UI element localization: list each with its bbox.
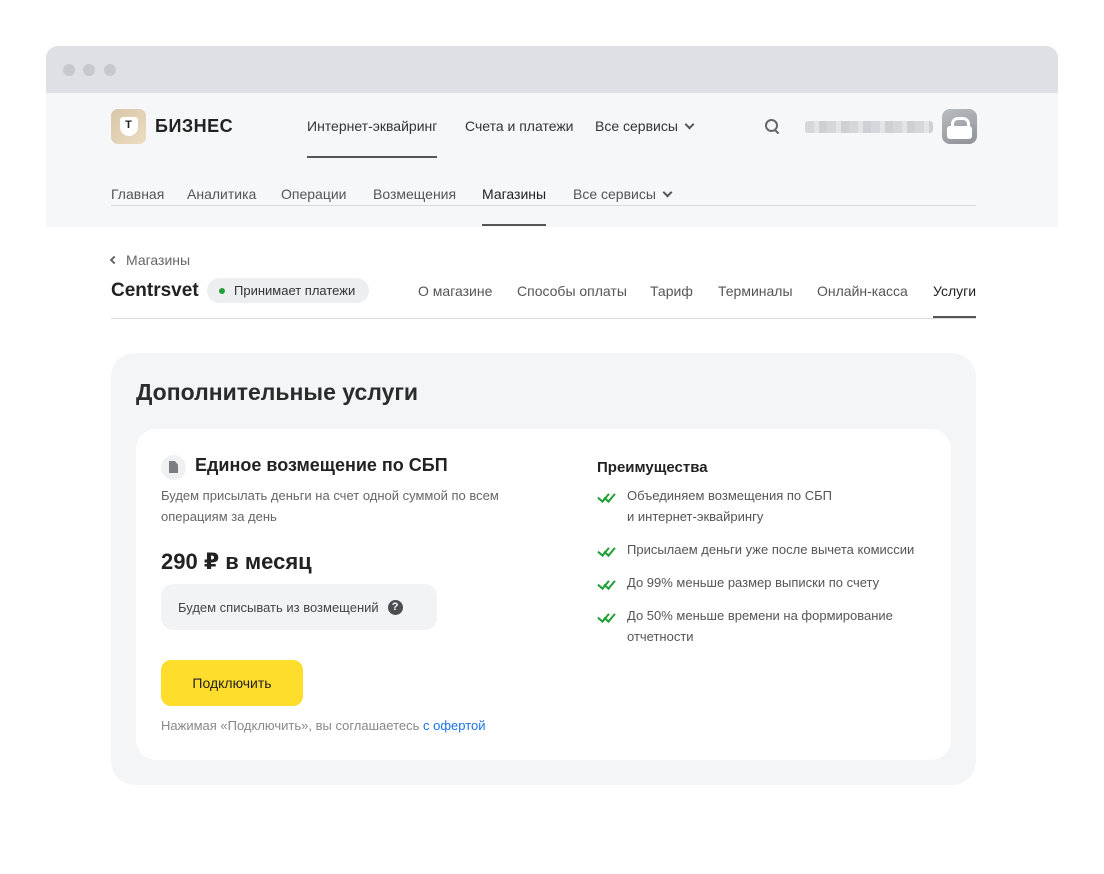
connect-button[interactable]: Подключить bbox=[161, 660, 303, 706]
browser-window: Т БИЗНЕС Интернет-эквайринг Счета и плат… bbox=[46, 46, 1058, 846]
status-dot-icon bbox=[219, 287, 225, 294]
chevron-down-icon bbox=[684, 119, 695, 130]
logo-shield: Т bbox=[119, 117, 138, 136]
header-divider bbox=[111, 205, 976, 206]
subnav-item-all-services[interactable]: Все сервисы bbox=[573, 186, 673, 202]
advantage-item: Объединяем возмещения по СБП и интернет-… bbox=[597, 485, 927, 527]
brand-name: БИЗНЕС bbox=[155, 116, 234, 136]
tab-payment-methods[interactable]: Способы оплаты bbox=[517, 283, 627, 299]
advantage-item: Присылаем деньги уже после вычета комисс… bbox=[597, 539, 927, 560]
back-link[interactable]: Магазины bbox=[109, 252, 191, 268]
status-label: Принимает платежи bbox=[234, 283, 356, 298]
window-maximize-dot[interactable] bbox=[104, 64, 116, 76]
service-card: Единое возмещение по СБП Будем присылать… bbox=[136, 429, 951, 760]
service-description: Будем присылать деньги на счет одной сум… bbox=[161, 488, 499, 524]
topnav-all-services-label: Все сервисы bbox=[595, 118, 678, 134]
topnav-item-all-services[interactable]: Все сервисы bbox=[595, 118, 695, 134]
subnav-item-refunds[interactable]: Возмещения bbox=[373, 186, 456, 202]
tab-online-cashbox[interactable]: Онлайн-касса bbox=[817, 283, 908, 299]
subnav-all-services-label: Все сервисы bbox=[573, 186, 656, 202]
subnav-item-analytics[interactable]: Аналитика bbox=[187, 186, 256, 202]
avatar[interactable] bbox=[942, 109, 977, 144]
agreement-text: Нажимая «Подключить», вы соглашаетесь с … bbox=[161, 718, 486, 733]
tab-about-shop[interactable]: О магазине bbox=[418, 283, 492, 299]
advantages-title: Преимущества bbox=[597, 459, 708, 476]
panel-title: Дополнительные услуги bbox=[136, 379, 419, 405]
tabs-divider bbox=[111, 318, 976, 319]
advantage-text: До 99% меньше размер выписки по счету bbox=[627, 575, 880, 590]
user-name-blurred[interactable] bbox=[805, 121, 933, 133]
search-icon[interactable] bbox=[765, 119, 779, 133]
deduct-note-label: Будем списывать из возмещений bbox=[178, 599, 379, 615]
deduct-note: Будем списывать из возмещений ? bbox=[161, 584, 437, 630]
double-check-icon bbox=[599, 611, 617, 620]
service-price: 290 ₽ в месяц bbox=[161, 549, 312, 574]
help-icon[interactable]: ? bbox=[387, 599, 403, 615]
service-title: Единое возмещение по СБП bbox=[195, 455, 448, 475]
advantage-item: До 99% меньше размер выписки по счету bbox=[597, 572, 927, 593]
subnav-item-shops[interactable]: Магазины bbox=[482, 186, 547, 226]
advantage-text: До 50% меньше времени на формирование от… bbox=[627, 608, 893, 644]
tab-tariff[interactable]: Тариф bbox=[650, 283, 693, 299]
additional-services-panel: Дополнительные услуги Единое возмещение … bbox=[111, 353, 976, 785]
advantage-text: Присылаем деньги уже после вычета комисс… bbox=[627, 542, 915, 557]
logo-icon: Т bbox=[111, 109, 146, 144]
window-minimize-dot[interactable] bbox=[83, 64, 95, 76]
offer-link[interactable]: с офертой bbox=[423, 718, 486, 733]
advantage-text: Объединяем возмещения по СБП и интернет-… bbox=[627, 488, 833, 524]
tab-terminals[interactable]: Терминалы bbox=[718, 283, 793, 299]
advantages-list: Объединяем возмещения по СБП и интернет-… bbox=[597, 485, 927, 659]
subnav-item-operations[interactable]: Операции bbox=[281, 186, 347, 202]
status-badge: Принимает платежи bbox=[207, 278, 370, 303]
double-check-icon bbox=[599, 578, 617, 587]
document-icon bbox=[161, 455, 186, 480]
double-check-icon bbox=[599, 491, 617, 500]
chevron-down-icon bbox=[662, 187, 673, 198]
brand-logo[interactable]: Т БИЗНЕС bbox=[111, 109, 233, 144]
topnav-item-accounts[interactable]: Счета и платежи bbox=[465, 118, 574, 134]
chevron-left-icon bbox=[109, 255, 119, 265]
window-titlebar bbox=[46, 46, 1058, 93]
back-link-label: Магазины bbox=[126, 252, 191, 268]
double-check-icon bbox=[599, 545, 617, 554]
advantage-item: До 50% меньше времени на формирование от… bbox=[597, 605, 927, 647]
page-title: Centrsvet bbox=[111, 280, 199, 301]
agreement-label: Нажимая «Подключить», вы соглашаетесь bbox=[161, 718, 420, 733]
tab-services[interactable]: Услуги bbox=[933, 283, 977, 318]
site-header: Т БИЗНЕС Интернет-эквайринг Счета и плат… bbox=[46, 93, 1058, 227]
window-close-dot[interactable] bbox=[63, 64, 75, 76]
topnav-item-acquiring[interactable]: Интернет-эквайринг bbox=[307, 118, 438, 158]
subnav-item-home[interactable]: Главная bbox=[111, 186, 164, 202]
